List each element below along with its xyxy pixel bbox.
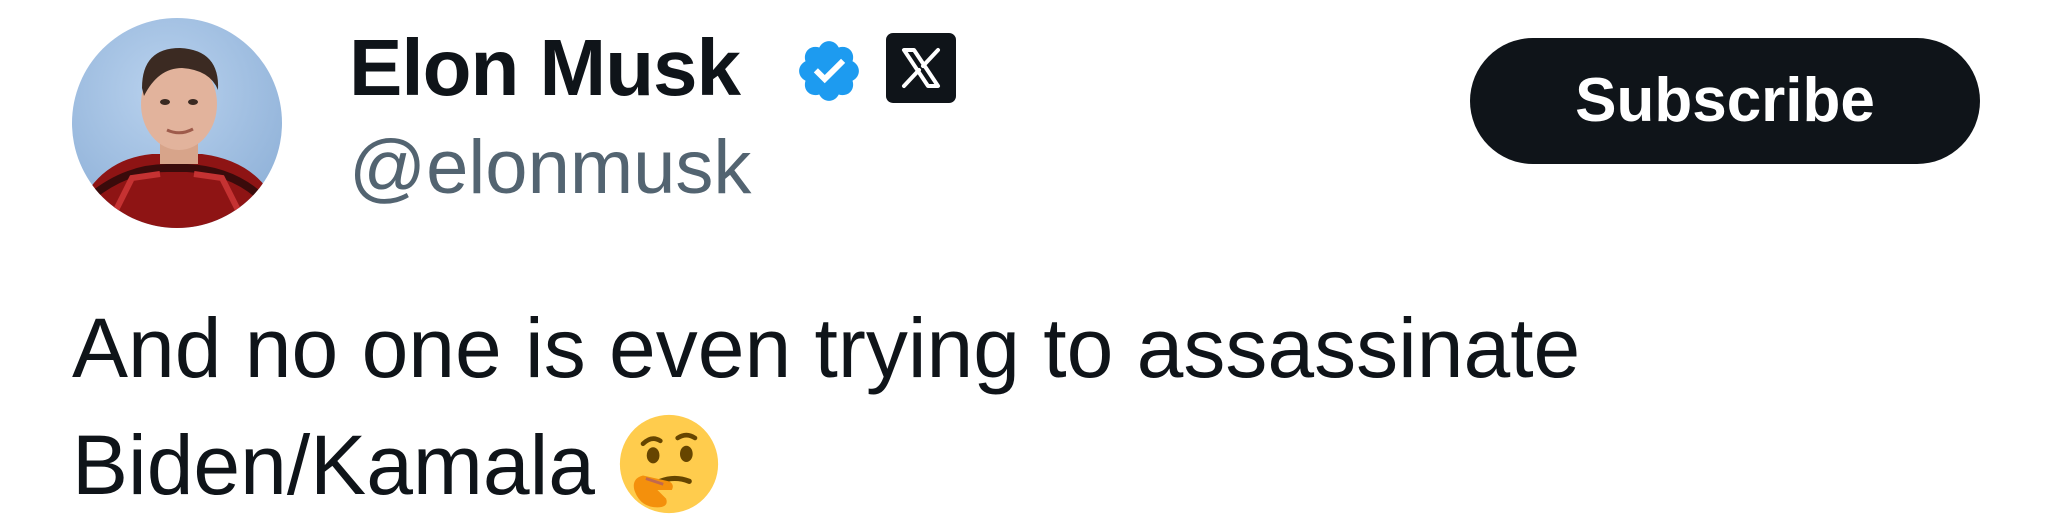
x-logo-icon[interactable] [886,33,956,103]
tweet-text-line-2-text: Biden/Kamala [72,418,595,512]
thinking-face-icon [619,414,719,514]
tweet-card: Elon Musk @elonmusk Subscribe And no one… [0,0,2050,525]
tweet-text: And no one is even trying to assassinate… [72,290,1972,524]
subscribe-button[interactable]: Subscribe [1470,38,1980,164]
tweet-text-line-1: And no one is even trying to assassinate [72,301,1581,395]
avatar-image [72,18,282,228]
handle[interactable]: @elonmusk [349,122,751,214]
x-logo-glyph [902,48,940,88]
tweet-text-line-2: Biden/Kamala [72,407,1972,524]
verified-badge-icon[interactable] [794,36,864,106]
display-name[interactable]: Elon Musk [349,20,741,116]
avatar[interactable] [72,18,282,228]
